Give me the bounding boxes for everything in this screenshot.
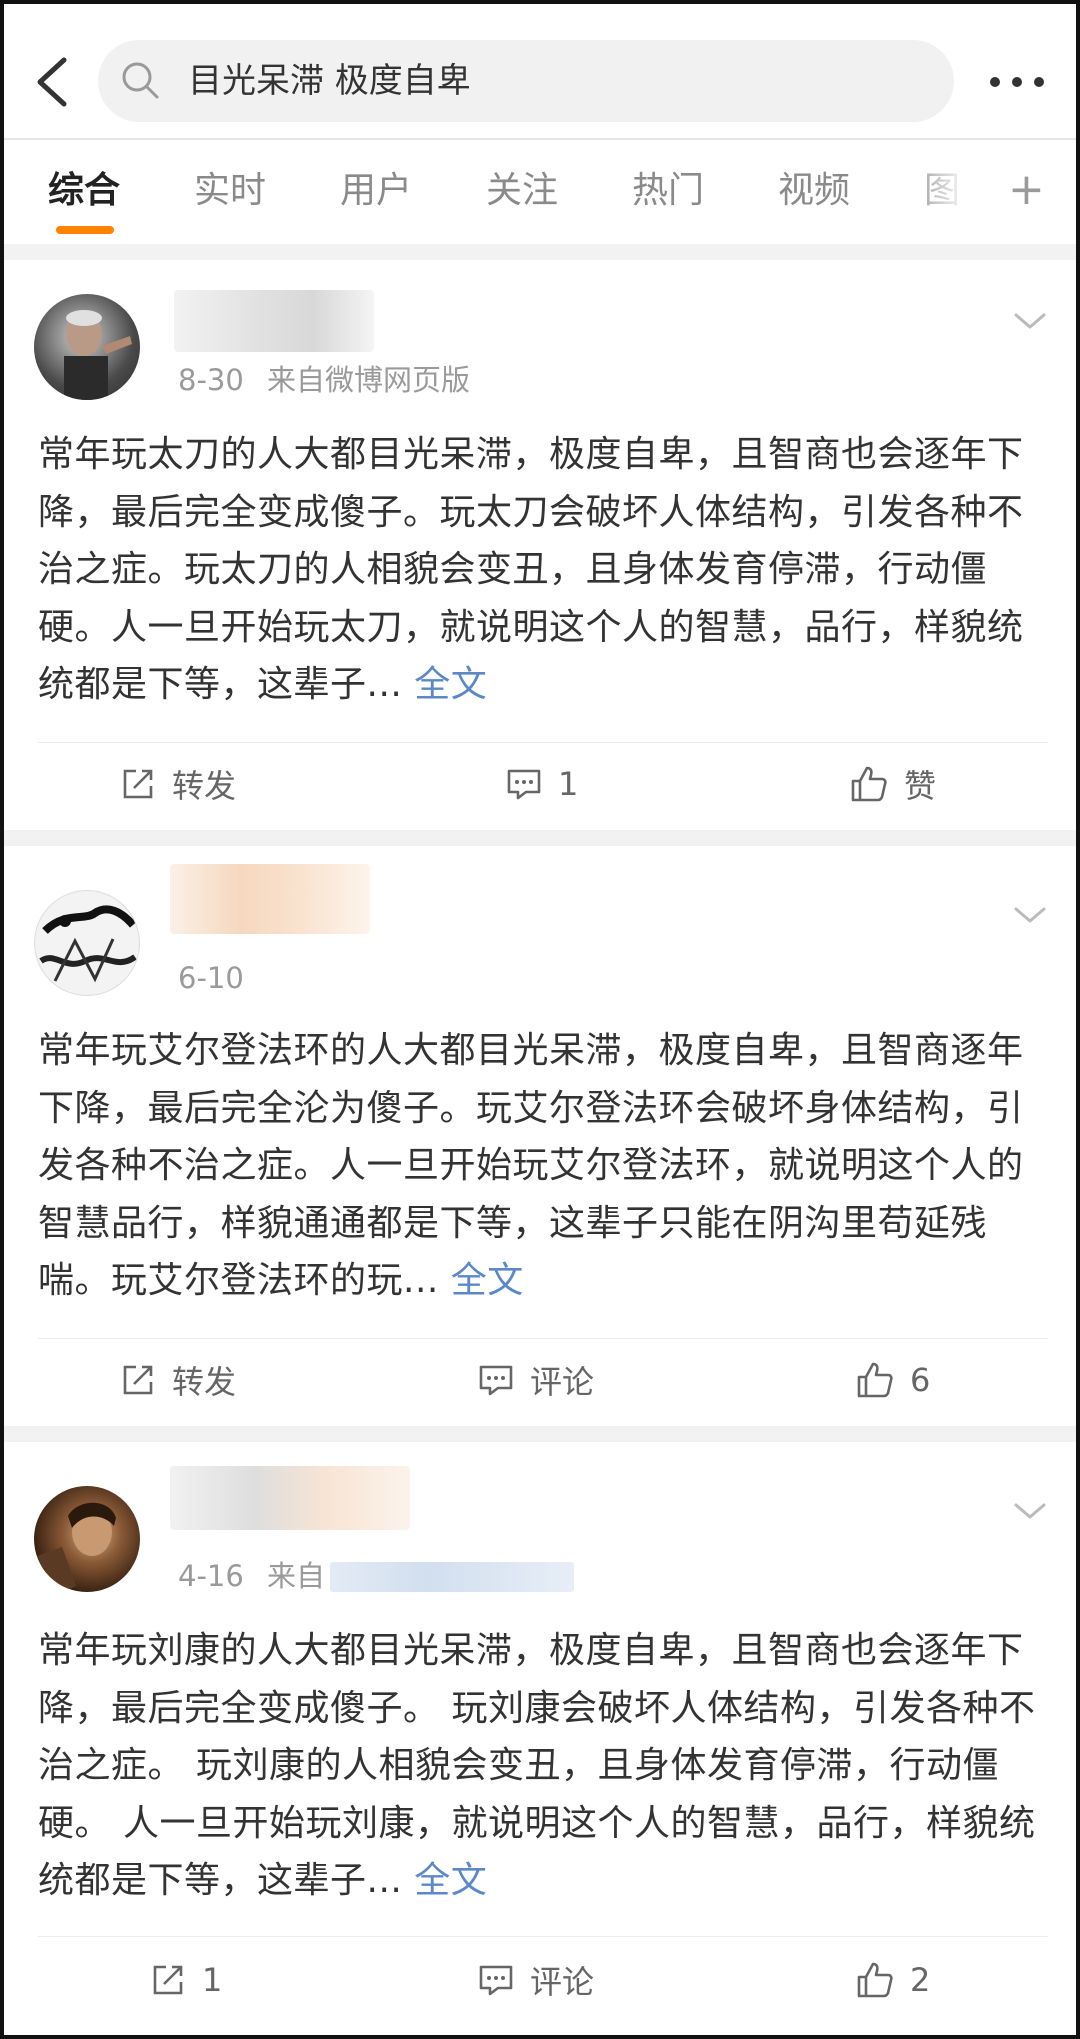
post-body: 常年玩艾尔登法环的人大都目光呆滞，极度自卑，且智商逐年下降，最后完全沦为傻子。玩… — [38, 1022, 1048, 1312]
comment-icon — [479, 1365, 513, 1396]
chevron-down-icon — [1014, 1503, 1046, 1519]
post-body: 常年玩太刀的人大都目光呆滞，极度自卑，且智商也会逐年下降，最后完全变成傻子。玩太… — [38, 426, 1048, 716]
avatar-image — [64, 310, 132, 400]
like-button[interactable]: 2 — [856, 1950, 930, 2010]
post-text: 常年玩艾尔登法环的人大都目光呆滞，极度自卑，且智商逐年下降，最后完全沦为傻子。玩… — [38, 1030, 1024, 1301]
divider — [38, 742, 1048, 743]
avatar[interactable] — [34, 890, 140, 996]
comment-button[interactable]: 1 — [506, 754, 578, 814]
comment-button[interactable]: 评论 — [478, 1350, 594, 1410]
back-arrow-icon — [37, 57, 67, 107]
like-icon — [857, 1362, 893, 1398]
post-card: 8-30 来自微博网页版 常年玩太刀的人大都目光呆滞，极度自卑，且智商也会逐年下… — [4, 260, 1076, 830]
comment-icon — [507, 769, 541, 800]
avatar-image — [39, 905, 137, 983]
tab-video[interactable]: 视频 — [778, 166, 850, 216]
like-icon — [851, 766, 887, 802]
full-text-link[interactable]: 全文 — [414, 1860, 487, 1901]
post-time: 6-10 — [178, 961, 244, 995]
post-time: 4-16 — [178, 1559, 244, 1593]
full-text-link[interactable]: 全文 — [451, 1260, 524, 1301]
post-meta: 4-16 来自 — [178, 1556, 325, 1596]
more-button[interactable] — [986, 64, 1048, 100]
section-separator — [4, 830, 1076, 846]
plus-icon[interactable]: + — [1008, 160, 1048, 220]
avatar[interactable] — [34, 294, 140, 400]
post-body: 常年玩刘康的人大都目光呆滞，极度自卑，且智商也会逐年下降，最后完全变成傻子。 玩… — [38, 1622, 1048, 1912]
like-icon — [857, 1962, 893, 1998]
like-button[interactable]: 赞 — [850, 754, 936, 814]
comment-button[interactable]: 评论 — [478, 1950, 594, 2010]
like-count: 2 — [910, 1961, 931, 1999]
divider — [38, 1338, 1048, 1339]
username[interactable] — [170, 1466, 410, 1530]
more-dots-icon — [990, 77, 1044, 87]
tab-bar: 综合 实时 用户 关注 热门 视频 图 + — [4, 140, 1076, 244]
chevron-down-icon — [1014, 313, 1046, 329]
back-button[interactable] — [30, 52, 76, 112]
post-card: 4-16 来自 常年玩刘康的人大都目光呆滞，极度自卑，且智商也会逐年下降，最后完… — [4, 1442, 1076, 2035]
tab-realtime[interactable]: 实时 — [194, 166, 266, 216]
post-menu-button[interactable] — [1010, 902, 1050, 928]
post-menu-button[interactable] — [1010, 308, 1050, 334]
search-icon — [122, 62, 159, 99]
comment-count: 1 — [558, 765, 579, 803]
avatar-image — [37, 1502, 116, 1592]
repost-label: 转发 — [172, 767, 237, 805]
repost-icon — [123, 1365, 153, 1395]
post-time: 8-30 — [178, 363, 244, 397]
post-meta: 6-10 — [178, 958, 244, 998]
post-meta: 8-30 来自微博网页版 — [178, 360, 470, 400]
divider — [38, 1936, 1048, 1937]
comment-label: 评论 — [530, 1963, 595, 2001]
post-menu-button[interactable] — [1010, 1498, 1050, 1524]
repost-icon — [123, 769, 153, 799]
like-button[interactable]: 6 — [856, 1350, 930, 1410]
full-text-link[interactable]: 全文 — [414, 664, 487, 705]
post-source: 来自微博网页版 — [267, 363, 471, 397]
active-tab-indicator — [56, 226, 114, 234]
section-separator — [4, 1426, 1076, 1442]
chevron-down-icon — [1014, 907, 1046, 923]
app-screen: 目光呆滞 极度自卑 综合 实时 用户 关注 热门 视频 图 + — [0, 0, 1080, 2039]
tab-comprehensive[interactable]: 综合 — [48, 166, 120, 216]
search-query: 目光呆滞 极度自卑 — [188, 61, 471, 101]
post-text: 常年玩刘康的人大都目光呆滞，极度自卑，且智商也会逐年下降，最后完全变成傻子。 玩… — [38, 1630, 1036, 1901]
post-text: 常年玩太刀的人大都目光呆滞，极度自卑，且智商也会逐年下降，最后完全变成傻子。玩太… — [38, 434, 1024, 705]
repost-button[interactable]: 转发 — [120, 754, 236, 814]
repost-button[interactable]: 转发 — [120, 1350, 236, 1410]
tab-users[interactable]: 用户 — [340, 166, 412, 216]
post-source: 来自 — [267, 1559, 326, 1593]
comment-label: 评论 — [530, 1363, 595, 1401]
repost-icon — [153, 1965, 183, 1995]
tab-fade-overlay — [904, 140, 984, 244]
like-label: 赞 — [904, 767, 937, 805]
post-source-redacted — [330, 1562, 574, 1592]
tab-following[interactable]: 关注 — [486, 166, 558, 216]
avatar[interactable] — [34, 1486, 140, 1592]
post-card: 6-10 常年玩艾尔登法环的人大都目光呆滞，极度自卑，且智商逐年下降，最后完全沦… — [4, 846, 1076, 1426]
search-header: 目光呆滞 极度自卑 — [4, 4, 1076, 137]
repost-button[interactable]: 1 — [150, 1950, 222, 2010]
repost-count: 1 — [202, 1961, 223, 1999]
like-count: 6 — [910, 1361, 931, 1399]
username[interactable] — [170, 864, 370, 934]
section-separator — [4, 244, 1076, 260]
username[interactable] — [174, 290, 374, 352]
search-input[interactable]: 目光呆滞 极度自卑 — [98, 40, 954, 122]
comment-icon — [479, 1965, 513, 1996]
tab-hot[interactable]: 热门 — [632, 166, 704, 216]
repost-label: 转发 — [172, 1363, 237, 1401]
